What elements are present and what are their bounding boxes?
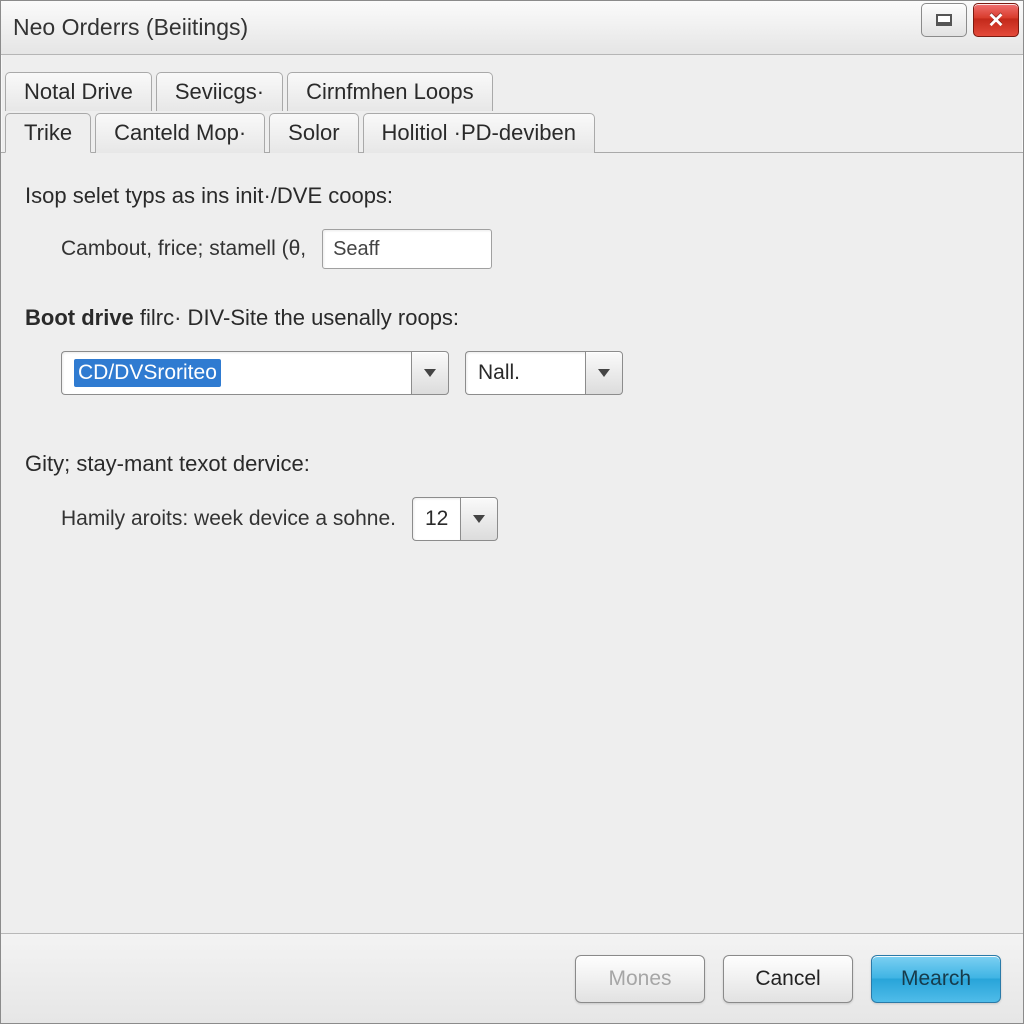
tab-solor[interactable]: Solor xyxy=(269,113,358,153)
section2-lead: Boot drive xyxy=(25,305,134,330)
tabstrip-lower: Trike Canteld Mop· Solor Holitiol ·PD-de… xyxy=(1,112,1023,153)
window-controls: ✕ xyxy=(921,3,1019,37)
section2-rest: filrc· DIV-Site the usenally roops: xyxy=(134,305,459,330)
boot-drive-combo-display: CD/DVSroriteo xyxy=(61,351,411,395)
section3-row: Hamily aroits: week device a sohne. 12 xyxy=(25,497,999,541)
mearch-button[interactable]: Mearch xyxy=(871,955,1001,1003)
tab-notal-drive[interactable]: Notal Drive xyxy=(5,72,152,111)
section1-input[interactable] xyxy=(322,229,492,269)
section1-label: Isop selet typs as ins init·/DVE coops: xyxy=(25,183,999,209)
section3-label: Gity; stay-mant texot dervice: xyxy=(25,451,999,477)
tab-trike[interactable]: Trike xyxy=(5,113,91,153)
dialog-button-bar: Mones Cancel Mearch xyxy=(1,933,1023,1023)
section3-field-label: Hamily aroits: week device a sohne. xyxy=(61,507,396,531)
close-icon: ✕ xyxy=(988,8,1005,33)
minimize-icon xyxy=(936,14,952,26)
chevron-down-icon xyxy=(424,369,436,377)
secondary-combo-display: Nall. xyxy=(465,351,585,395)
device-count-drop[interactable] xyxy=(460,497,498,541)
tab-holitiol-pd[interactable]: Holitiol ·PD-deviben xyxy=(363,113,595,153)
close-button[interactable]: ✕ xyxy=(973,3,1019,37)
section2-row: CD/DVSroriteo Nall. xyxy=(25,351,999,395)
boot-drive-combo[interactable]: CD/DVSroriteo xyxy=(61,351,449,395)
tab-panel: Isop selet typs as ins init·/DVE coops: … xyxy=(1,153,1023,933)
mones-button[interactable]: Mones xyxy=(575,955,705,1003)
tabstrip-upper: Notal Drive Seviicgs· Cirnfmhen Loops xyxy=(1,71,1023,110)
window-title: Neo Orderrs (Beiitings) xyxy=(13,14,248,41)
dialog-window: Neo Orderrs (Beiitings) ✕ Notal Drive Se… xyxy=(0,0,1024,1024)
tab-seviicgs[interactable]: Seviicgs· xyxy=(156,72,283,111)
boot-drive-combo-value: CD/DVSroriteo xyxy=(74,359,221,387)
device-count-display: 12 xyxy=(412,497,460,541)
tab-cirnfmhen-loops[interactable]: Cirnfmhen Loops xyxy=(287,72,493,111)
cancel-button[interactable]: Cancel xyxy=(723,955,853,1003)
titlebar: Neo Orderrs (Beiitings) ✕ xyxy=(1,1,1023,55)
section2-label: Boot drive filrc· DIV-Site the usenally … xyxy=(25,305,999,331)
section1-row: Cambout, frice; stamell (θ, xyxy=(25,229,999,269)
tab-canteld-mop[interactable]: Canteld Mop· xyxy=(95,113,265,153)
section1-field-label: Cambout, frice; stamell (θ, xyxy=(61,237,306,261)
device-count-combo[interactable]: 12 xyxy=(412,497,498,541)
secondary-combo[interactable]: Nall. xyxy=(465,351,623,395)
client-area: Notal Drive Seviicgs· Cirnfmhen Loops Tr… xyxy=(1,55,1023,1023)
chevron-down-icon xyxy=(473,515,485,523)
minimize-button[interactable] xyxy=(921,3,967,37)
chevron-down-icon xyxy=(598,369,610,377)
secondary-combo-drop[interactable] xyxy=(585,351,623,395)
boot-drive-combo-drop[interactable] xyxy=(411,351,449,395)
